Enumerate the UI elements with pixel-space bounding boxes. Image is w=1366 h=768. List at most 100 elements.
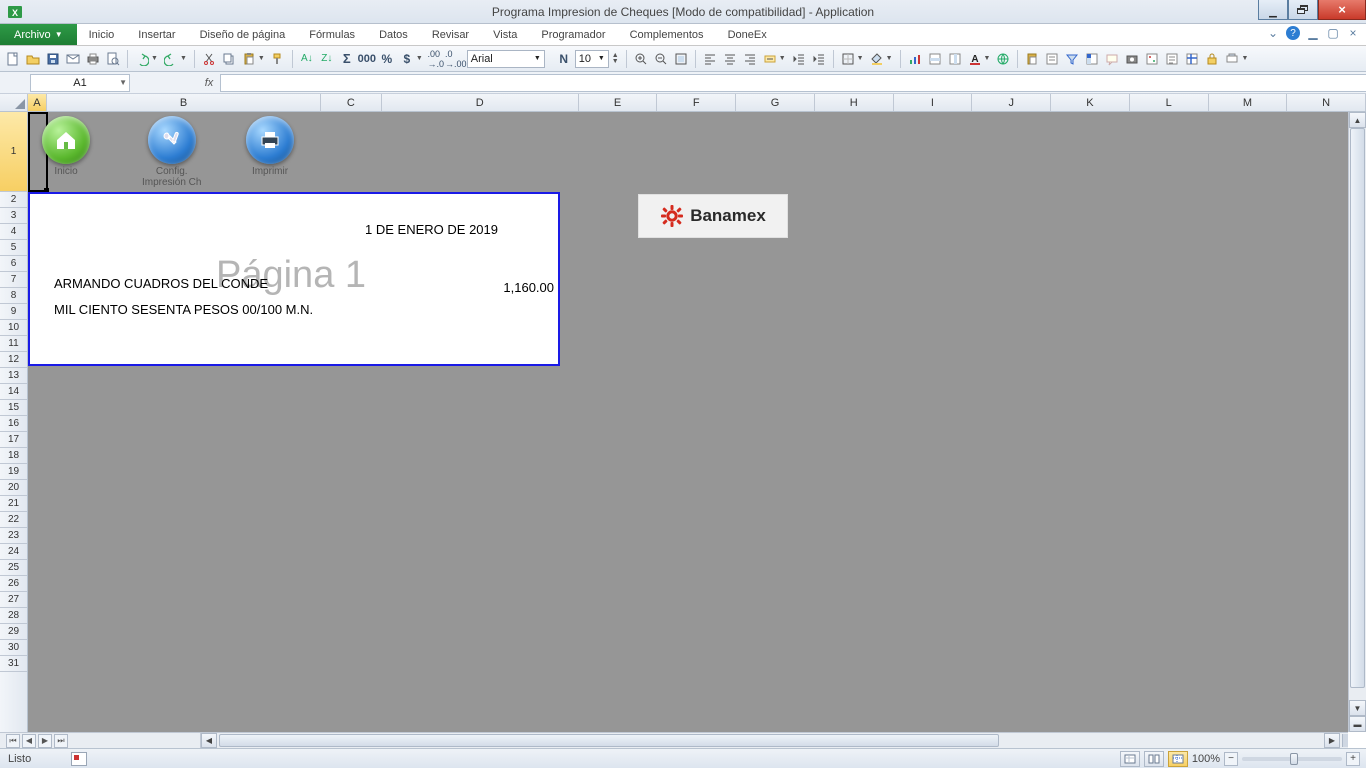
tab-insertar[interactable]: Insertar <box>126 24 187 45</box>
col-header-K[interactable]: K <box>1051 94 1130 111</box>
group-dropdown[interactable]: ▼ <box>1241 55 1248 62</box>
row-header-2[interactable]: 2 <box>0 192 27 208</box>
col-header-F[interactable]: F <box>657 94 736 111</box>
help-icon[interactable]: ? <box>1286 26 1300 40</box>
row-header-10[interactable]: 10 <box>0 320 27 336</box>
indent-right-icon[interactable] <box>810 50 828 68</box>
redo-icon[interactable] <box>162 50 180 68</box>
open-icon[interactable] <box>24 50 42 68</box>
macro-record-icon[interactable] <box>71 752 87 766</box>
currency-icon[interactable]: $ <box>398 50 416 68</box>
indent-left-icon[interactable] <box>790 50 808 68</box>
col-header-L[interactable]: L <box>1130 94 1209 111</box>
row-header-23[interactable]: 23 <box>0 528 27 544</box>
fill-color-icon[interactable] <box>868 50 886 68</box>
paste-special-icon[interactable] <box>1023 50 1041 68</box>
fontsize-stepper[interactable]: ▲▼ <box>612 53 619 65</box>
name-box[interactable]: A1▼ <box>30 74 130 92</box>
copy-icon[interactable] <box>220 50 238 68</box>
vertical-scrollbar[interactable]: ▲ ▼ ▬ <box>1348 112 1366 732</box>
row-header-27[interactable]: 27 <box>0 592 27 608</box>
tab-formulas[interactable]: Fórmulas <box>297 24 367 45</box>
row-header-17[interactable]: 17 <box>0 432 27 448</box>
hsplit-handle[interactable] <box>1342 734 1348 747</box>
row-header-14[interactable]: 14 <box>0 384 27 400</box>
namebox-dropdown-icon[interactable]: ▼ <box>119 78 127 87</box>
autosum-icon[interactable]: Σ <box>338 50 356 68</box>
macro-imprimir[interactable]: Imprimir <box>246 116 294 177</box>
col-header-N[interactable]: N <box>1287 94 1366 111</box>
bold-button[interactable]: N <box>555 50 573 68</box>
macro-config[interactable]: Config. Impresión Ch <box>142 116 201 188</box>
align-right-icon[interactable] <box>741 50 759 68</box>
zoom-out-icon[interactable] <box>652 50 670 68</box>
row-header-31[interactable]: 31 <box>0 656 27 672</box>
font-color-dropdown[interactable]: ▼ <box>984 55 991 62</box>
hscroll-track[interactable]: ◀ ▶ <box>200 733 1348 748</box>
view-normal-button[interactable] <box>1120 751 1140 767</box>
row-header-25[interactable]: 25 <box>0 560 27 576</box>
percent-icon[interactable]: % <box>378 50 396 68</box>
row-header-5[interactable]: 5 <box>0 240 27 256</box>
form-icon[interactable] <box>1043 50 1061 68</box>
col-header-D[interactable]: D <box>382 94 579 111</box>
zoom-percent[interactable]: 100% <box>1192 753 1220 765</box>
col-header-J[interactable]: J <box>972 94 1051 111</box>
row-header-3[interactable]: 3 <box>0 208 27 224</box>
cells-area[interactable]: Inicio Config. Impresión Ch Imprimir Pág… <box>28 112 1366 732</box>
camera-icon[interactable] <box>1123 50 1141 68</box>
col-header-H[interactable]: H <box>815 94 894 111</box>
row-header-12[interactable]: 12 <box>0 352 27 368</box>
freeze-icon[interactable] <box>1183 50 1201 68</box>
tab-programador[interactable]: Programador <box>529 24 617 45</box>
vb-icon[interactable] <box>1143 50 1161 68</box>
tab-datos[interactable]: Datos <box>367 24 420 45</box>
formula-input[interactable] <box>220 74 1366 92</box>
sheet-first-icon[interactable]: ⏮ <box>6 734 20 748</box>
col-header-G[interactable]: G <box>736 94 815 111</box>
macros-icon[interactable] <box>1163 50 1181 68</box>
paste-icon[interactable] <box>240 50 258 68</box>
row-header-7[interactable]: 7 <box>0 272 27 288</box>
macro-inicio[interactable]: Inicio <box>42 116 90 177</box>
zoom-knob[interactable] <box>1290 753 1298 765</box>
row-header-1[interactable]: 1 <box>0 112 27 192</box>
vscroll-track[interactable] <box>1349 128 1366 700</box>
tab-revisar[interactable]: Revisar <box>420 24 481 45</box>
new-icon[interactable] <box>4 50 22 68</box>
zoom-out-button[interactable]: − <box>1224 752 1238 766</box>
select-all-corner[interactable] <box>0 94 28 111</box>
tab-inicio[interactable]: Inicio <box>77 24 127 45</box>
decrease-decimal-icon[interactable]: .00→.0 <box>427 50 445 68</box>
autofilter-icon[interactable] <box>1063 50 1081 68</box>
row-header-4[interactable]: 4 <box>0 224 27 240</box>
preview-icon[interactable] <box>104 50 122 68</box>
format-painter-icon[interactable] <box>269 50 287 68</box>
row-header-13[interactable]: 13 <box>0 368 27 384</box>
merge-icon[interactable] <box>761 50 779 68</box>
close-button[interactable]: × <box>1318 0 1366 20</box>
fontsize-select[interactable]: 10▼ <box>575 50 609 68</box>
ribbon-minimize-icon[interactable]: ⌄ <box>1266 26 1280 40</box>
fullscreen-icon[interactable] <box>672 50 690 68</box>
col-header-M[interactable]: M <box>1209 94 1288 111</box>
row-header-19[interactable]: 19 <box>0 464 27 480</box>
sort-desc-icon[interactable]: Z↓ <box>318 50 336 68</box>
sheet-next-icon[interactable]: ▶ <box>38 734 52 748</box>
redo-dropdown[interactable]: ▼ <box>180 55 187 62</box>
zoom-slider[interactable] <box>1242 757 1342 761</box>
row-header-20[interactable]: 20 <box>0 480 27 496</box>
font-color-icon[interactable]: A <box>966 50 984 68</box>
paste-dropdown[interactable]: ▼ <box>258 55 265 62</box>
minimize-button[interactable]: ▁ <box>1258 0 1288 20</box>
borders-icon[interactable] <box>839 50 857 68</box>
view-pagebreak-button[interactable] <box>1168 751 1188 767</box>
scroll-down-icon[interactable]: ▼ <box>1349 700 1366 716</box>
row-header-15[interactable]: 15 <box>0 400 27 416</box>
align-left-icon[interactable] <box>701 50 719 68</box>
font-select[interactable]: Arial▼ <box>467 50 545 68</box>
window-close-icon[interactable]: × <box>1346 26 1360 40</box>
fill-color-dropdown[interactable]: ▼ <box>886 55 893 62</box>
vsplit-handle[interactable]: ▬ <box>1349 716 1366 732</box>
insert-row-icon[interactable] <box>926 50 944 68</box>
